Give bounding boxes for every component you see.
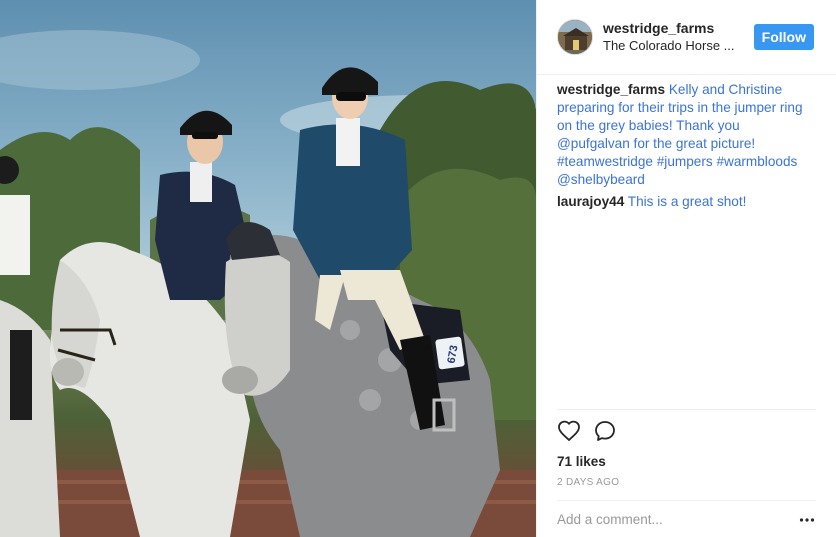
add-comment-section [557,500,816,537]
caption-mention[interactable]: @pufgalvan [557,136,630,151]
heart-icon[interactable] [557,419,581,443]
caption-body-2: for the great picture! [629,136,756,151]
action-bar [557,410,816,450]
comment-item: laurajoy44 This is a great shot! [557,193,816,211]
speech-bubble-icon[interactable] [593,419,617,443]
post-timestamp[interactable]: 2 DAYS AGO [557,477,816,488]
comment-text: This is a great shot! [627,194,747,209]
caption-mention-2[interactable]: @shelbybeard [557,172,645,187]
header-username[interactable]: westridge_farms [603,20,754,37]
header-text: westridge_farms The Colorado Horse ... [603,20,754,54]
post-side-panel: westridge_farms The Colorado Horse ... F… [536,0,836,537]
likes-count[interactable]: 71 likes [557,454,816,469]
hashtag-warmbloods[interactable]: #warmbloods [716,154,797,169]
post-photo[interactable]: 673 [0,0,536,537]
comment-input[interactable] [557,512,798,527]
hashtag-jumpers[interactable]: #jumpers [657,154,713,169]
post-location[interactable]: The Colorado Horse ... [603,37,753,54]
comment-username[interactable]: laurajoy44 [557,194,624,209]
hashtag-teamwestridge[interactable]: #teamwestridge [557,154,653,169]
caption-text: Kelly and Christine preparing for their … [557,82,803,187]
caption: westridge_farms Kelly and Christine prep… [557,81,816,189]
ellipsis-icon[interactable] [798,511,816,529]
post-footer: 71 likes 2 DAYS AGO [557,409,816,527]
follow-button[interactable]: Follow [753,24,814,50]
photo-illustration: 673 [0,30,536,537]
caption-username[interactable]: westridge_farms [557,82,665,97]
comments-list: westridge_farms Kelly and Christine prep… [537,75,836,211]
post-header: westridge_farms The Colorado Horse ... F… [537,0,836,75]
avatar-icon [558,20,592,54]
instagram-post: 673 westridge_farms The Colorado Horse .… [0,0,836,537]
avatar[interactable] [557,19,593,55]
